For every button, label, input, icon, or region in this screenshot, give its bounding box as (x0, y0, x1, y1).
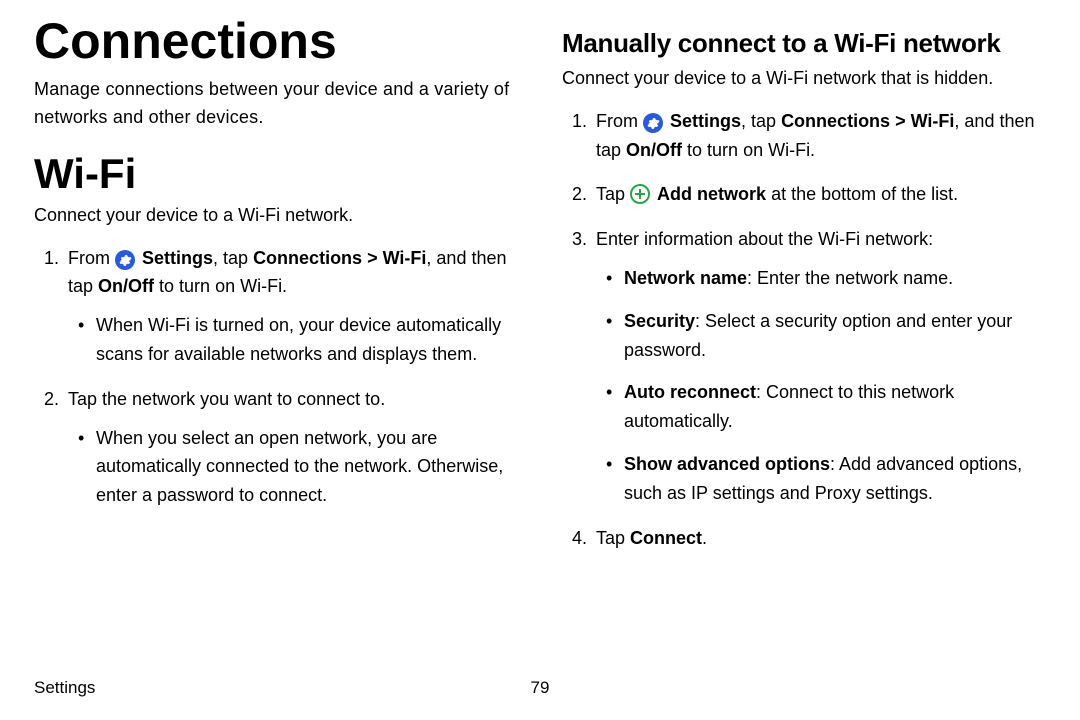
page-footer: Settings 79 (34, 678, 1046, 698)
step-text: From (68, 248, 115, 268)
manual-step-3: Enter information about the Wi-Fi networ… (592, 225, 1046, 507)
wifi-heading: Wi-Fi (34, 150, 518, 198)
step-text: Tap (596, 528, 630, 548)
wifi-step-2: Tap the network you want to connect to. … (64, 385, 518, 510)
onoff-label: On/Off (626, 140, 682, 160)
step-text: at the bottom of the list. (766, 184, 958, 204)
wifi-step-1-sub: When Wi-Fi is turned on, your device aut… (68, 311, 518, 369)
manual-step-3-sub-3: Auto reconnect: Connect to this network … (606, 378, 1046, 436)
manual-step-2: Tap Add network at the bottom of the lis… (592, 180, 1046, 209)
step-text: Enter information about the Wi-Fi networ… (596, 229, 933, 249)
sub-text: : Enter the network name. (747, 268, 953, 288)
step-text: Tap the network you want to connect to. (68, 389, 385, 409)
wifi-step-2-sub: When you select an open network, you are… (68, 424, 518, 510)
settings-label: Settings (142, 248, 213, 268)
step-text: From (596, 111, 643, 131)
wifi-step-1: From Settings, tap Connections > Wi-Fi, … (64, 244, 518, 369)
manual-step-3-sub-2: Security: Select a security option and e… (606, 307, 1046, 365)
page-intro: Manage connections between your device a… (34, 76, 518, 132)
add-network-label: Add network (657, 184, 766, 204)
wifi-label: Wi-Fi (911, 111, 955, 131)
manual-connect-steps: From Settings, tap Connections > Wi-Fi, … (562, 107, 1046, 553)
wifi-steps: From Settings, tap Connections > Wi-Fi, … (34, 244, 518, 510)
left-column: Connections Manage connections between y… (34, 0, 518, 568)
manual-connect-lead: Connect your device to a Wi-Fi network t… (562, 65, 1046, 93)
breadcrumb-separator: > (890, 111, 911, 131)
onoff-label: On/Off (98, 276, 154, 296)
connections-label: Connections (781, 111, 890, 131)
manual-step-4: Tap Connect. (592, 524, 1046, 553)
connect-label: Connect (630, 528, 702, 548)
show-advanced-label: Show advanced options (624, 454, 830, 474)
manual-step-3-sub: Network name: Enter the network name. Se… (596, 264, 1046, 508)
step-text: Tap (596, 184, 630, 204)
step-text: , tap (741, 111, 781, 131)
wifi-step-1-sub-1: When Wi-Fi is turned on, your device aut… (78, 311, 518, 369)
settings-label: Settings (670, 111, 741, 131)
step-text: , tap (213, 248, 253, 268)
footer-page-number: 79 (531, 678, 550, 698)
manual-connect-heading: Manually connect to a Wi-Fi network (562, 28, 1046, 59)
auto-reconnect-label: Auto reconnect (624, 382, 756, 402)
connections-label: Connections (253, 248, 362, 268)
manual-step-3-sub-4: Show advanced options: Add advanced opti… (606, 450, 1046, 508)
page-title: Connections (34, 12, 518, 70)
settings-gear-icon (115, 250, 135, 270)
two-column-layout: Connections Manage connections between y… (34, 0, 1046, 568)
right-column: Manually connect to a Wi-Fi network Conn… (562, 0, 1046, 568)
security-label: Security (624, 311, 695, 331)
add-plus-icon (630, 184, 650, 204)
step-text: . (702, 528, 707, 548)
settings-gear-icon (643, 113, 663, 133)
network-name-label: Network name (624, 268, 747, 288)
breadcrumb-separator: > (362, 248, 383, 268)
manual-page: Connections Manage connections between y… (0, 0, 1080, 720)
footer-section: Settings (34, 678, 95, 698)
step-text: to turn on Wi-Fi. (682, 140, 815, 160)
manual-step-1: From Settings, tap Connections > Wi-Fi, … (592, 107, 1046, 165)
wifi-step-2-sub-1: When you select an open network, you are… (78, 424, 518, 510)
wifi-label: Wi-Fi (383, 248, 427, 268)
wifi-lead: Connect your device to a Wi-Fi network. (34, 202, 518, 230)
step-text: to turn on Wi-Fi. (154, 276, 287, 296)
manual-step-3-sub-1: Network name: Enter the network name. (606, 264, 1046, 293)
